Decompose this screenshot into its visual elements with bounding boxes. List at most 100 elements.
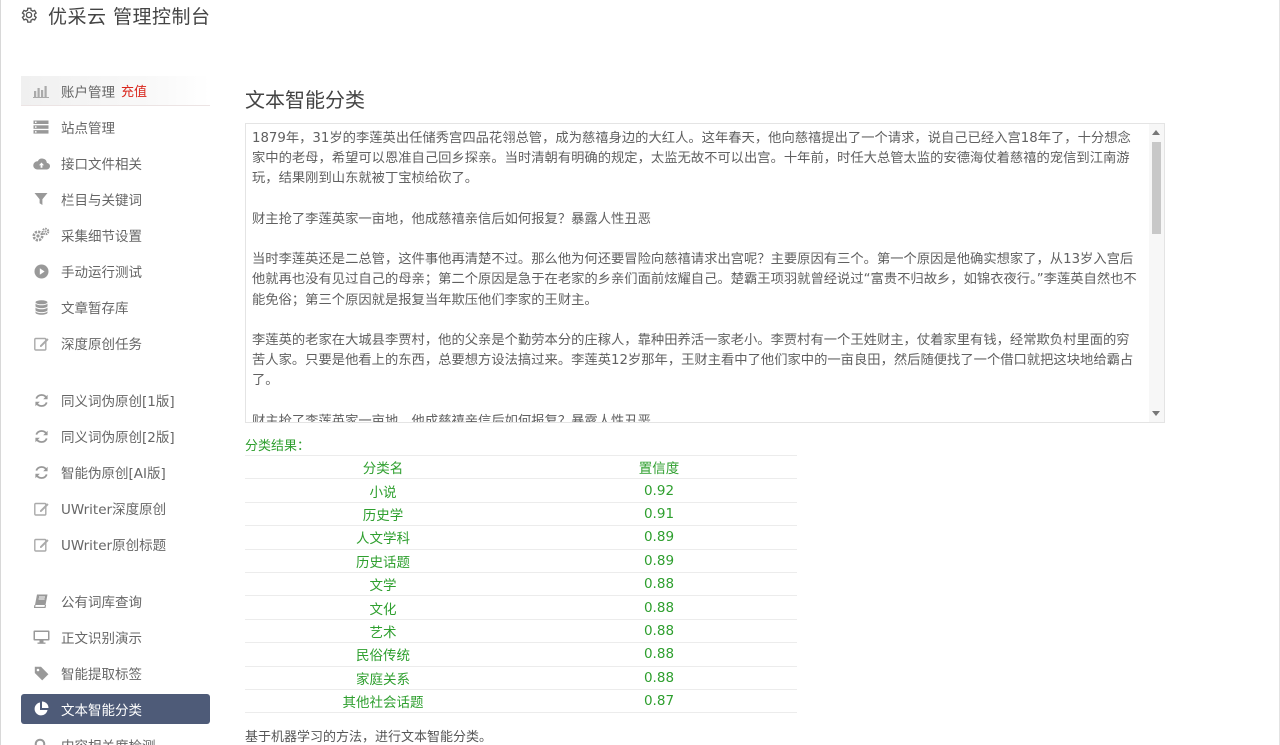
bar-chart-icon — [32, 82, 50, 100]
sidebar-item-text-classification[interactable]: 文本智能分类 — [21, 694, 210, 724]
sidebar-item-synonym-v2[interactable]: 同义词伪原创[2版] — [21, 421, 210, 451]
recharge-link[interactable]: 充值 — [121, 81, 147, 100]
text-paragraph: 财主抢了李莲英家一亩地，他成慈禧亲信后如何报复？暴露人性丑恶 — [252, 413, 651, 423]
sidebar-item-public-dictionary[interactable]: 公有词库查询 — [21, 586, 210, 616]
sidebar-item-interface-files[interactable]: 接口文件相关 — [21, 148, 210, 178]
app-header: 优采云 管理控制台 — [18, 2, 211, 28]
table-row: 民俗传统 0.88 — [245, 642, 797, 667]
search-icon — [32, 736, 50, 745]
text-paragraph: 李莲英的老家在大城县李贾村，他的父亲是个勤劳本分的庄稼人，靠种田养活一家老小。李… — [252, 332, 1134, 389]
table-row: 家庭关系 0.88 — [245, 666, 797, 690]
sidebar-item-label: 文章暂存库 — [61, 301, 129, 317]
table-row: 人文学科 0.89 — [245, 525, 797, 550]
table-row: 文学 0.88 — [245, 572, 797, 597]
pie-chart-icon — [32, 700, 50, 718]
text-input-area[interactable]: 1879年，31岁的李莲英出任储秀宫四品花翎总管，成为慈禧身边的大红人。这年春天… — [245, 123, 1165, 423]
category-cell: 文化 — [245, 595, 521, 620]
confidence-cell: 0.88 — [521, 666, 797, 690]
sidebar-item-collection-settings[interactable]: 采集细节设置 — [21, 220, 210, 250]
confidence-cell: 0.89 — [521, 549, 797, 573]
category-cell: 民俗传统 — [245, 642, 521, 667]
database-icon — [32, 298, 50, 316]
sidebar-item-label: 深度原创任务 — [61, 337, 142, 353]
sidebar-item-label: 内容相关度检测 — [61, 735, 156, 745]
monitor-icon — [32, 628, 50, 646]
category-cell: 小说 — [245, 478, 521, 503]
category-cell: 历史学 — [245, 502, 521, 527]
gears-icon — [32, 226, 50, 244]
table-row: 艺术 0.88 — [245, 619, 797, 644]
column-header-confidence: 置信度 — [521, 454, 797, 480]
filter-icon — [32, 190, 50, 208]
sidebar-item-deep-original-task[interactable]: 深度原创任务 — [21, 328, 210, 358]
refresh-icon — [32, 427, 50, 445]
sidebar-item-label: 正文识别演示 — [61, 631, 142, 647]
page-title: 文本智能分类 — [245, 88, 365, 112]
sidebar-item-sites[interactable]: 站点管理 — [21, 112, 210, 142]
category-cell: 历史话题 — [245, 549, 521, 573]
sidebar-item-label: 栏目与关键词 — [61, 193, 142, 209]
sidebar-item-label: 站点管理 — [61, 121, 115, 137]
confidence-cell: 0.92 — [521, 478, 797, 503]
play-icon — [32, 262, 50, 280]
edit-icon — [32, 499, 50, 517]
sidebar-item-label: 同义词伪原创[1版] — [61, 394, 175, 410]
sidebar-item-uwriter-title[interactable]: UWriter原创标题 — [21, 529, 210, 559]
confidence-cell: 0.88 — [521, 572, 797, 597]
edit-icon — [32, 334, 50, 352]
table-row: 文化 0.88 — [245, 595, 797, 620]
text-paragraph: 财主抢了李莲英家一亩地，他成慈禧亲信后如何报复？暴露人性丑恶 — [252, 211, 651, 227]
text-paragraph: 1879年，31岁的李莲英出任储秀宫四品花翎总管，成为慈禧身边的大红人。这年春天… — [252, 131, 1131, 187]
confidence-cell: 0.91 — [521, 502, 797, 527]
confidence-cell: 0.88 — [521, 619, 797, 644]
sidebar-item-label: 文本智能分类 — [61, 703, 142, 719]
sidebar-item-account[interactable]: 账户管理 充值 — [21, 76, 210, 106]
category-cell: 艺术 — [245, 619, 521, 644]
table-row: 其他社会话题 0.87 — [245, 689, 797, 714]
window-border-left — [0, 0, 1, 745]
sidebar-item-ai-rewrite[interactable]: 智能伪原创[AI版] — [21, 457, 210, 487]
sidebar-item-synonym-v1[interactable]: 同义词伪原创[1版] — [21, 385, 210, 415]
refresh-icon — [32, 391, 50, 409]
method-note: 基于机器学习的方法，进行文本智能分类。 — [245, 730, 493, 745]
sidebar-item-tag-extraction[interactable]: 智能提取标签 — [21, 658, 210, 688]
category-cell: 人文学科 — [245, 525, 521, 550]
sidebar-item-body-recognition[interactable]: 正文识别演示 — [21, 622, 210, 652]
scroll-up-icon[interactable] — [1152, 130, 1160, 135]
refresh-icon — [32, 463, 50, 481]
category-cell: 其他社会话题 — [245, 689, 521, 714]
sidebar-item-manual-run[interactable]: 手动运行测试 — [21, 256, 210, 286]
sidebar-item-label: UWriter原创标题 — [61, 538, 167, 554]
sidebar-item-label: 智能伪原创[AI版] — [61, 466, 166, 482]
sidebar-item-relevance-check[interactable]: 内容相关度检测 — [21, 730, 210, 745]
sidebar-item-label: 接口文件相关 — [61, 157, 142, 173]
classification-result-table: 分类名 置信度 小说 0.92 历史学 0.91 人文学科 0.89 历史话题 0.89… — [245, 454, 797, 714]
table-row: 历史学 0.91 — [245, 502, 797, 527]
sidebar-item-article-storage[interactable]: 文章暂存库 — [21, 292, 210, 322]
scrollbar-thumb[interactable] — [1152, 142, 1161, 234]
table-header-row: 分类名 置信度 — [245, 454, 797, 480]
sidebar-item-label: 账户管理 — [61, 84, 115, 101]
confidence-cell: 0.88 — [521, 642, 797, 667]
sidebar-item-label: 手动运行测试 — [61, 265, 142, 281]
server-icon — [32, 118, 50, 136]
gear-icon[interactable] — [18, 4, 40, 26]
confidence-cell: 0.87 — [521, 689, 797, 714]
text-scrollbar[interactable] — [1149, 124, 1164, 422]
text-input-content[interactable]: 1879年，31岁的李莲英出任储秀宫四品花翎总管，成为慈禧身边的大红人。这年春天… — [252, 129, 1142, 423]
edit-icon — [32, 535, 50, 553]
scroll-down-icon[interactable] — [1152, 411, 1160, 416]
cloud-upload-icon — [32, 154, 50, 172]
confidence-cell: 0.89 — [521, 525, 797, 550]
sidebar-item-columns-keywords[interactable]: 栏目与关键词 — [21, 184, 210, 214]
column-header-category: 分类名 — [245, 454, 521, 480]
table-row: 小说 0.92 — [245, 478, 797, 503]
sidebar-item-uwriter-deep[interactable]: UWriter深度原创 — [21, 493, 210, 523]
category-cell: 家庭关系 — [245, 666, 521, 690]
book-icon — [32, 592, 50, 610]
category-cell: 文学 — [245, 572, 521, 597]
app-title: 优采云 管理控制台 — [48, 5, 211, 28]
sidebar-item-label: 智能提取标签 — [61, 667, 142, 683]
sidebar-item-label: 同义词伪原创[2版] — [61, 430, 175, 446]
sidebar-item-label: UWriter深度原创 — [61, 502, 167, 518]
